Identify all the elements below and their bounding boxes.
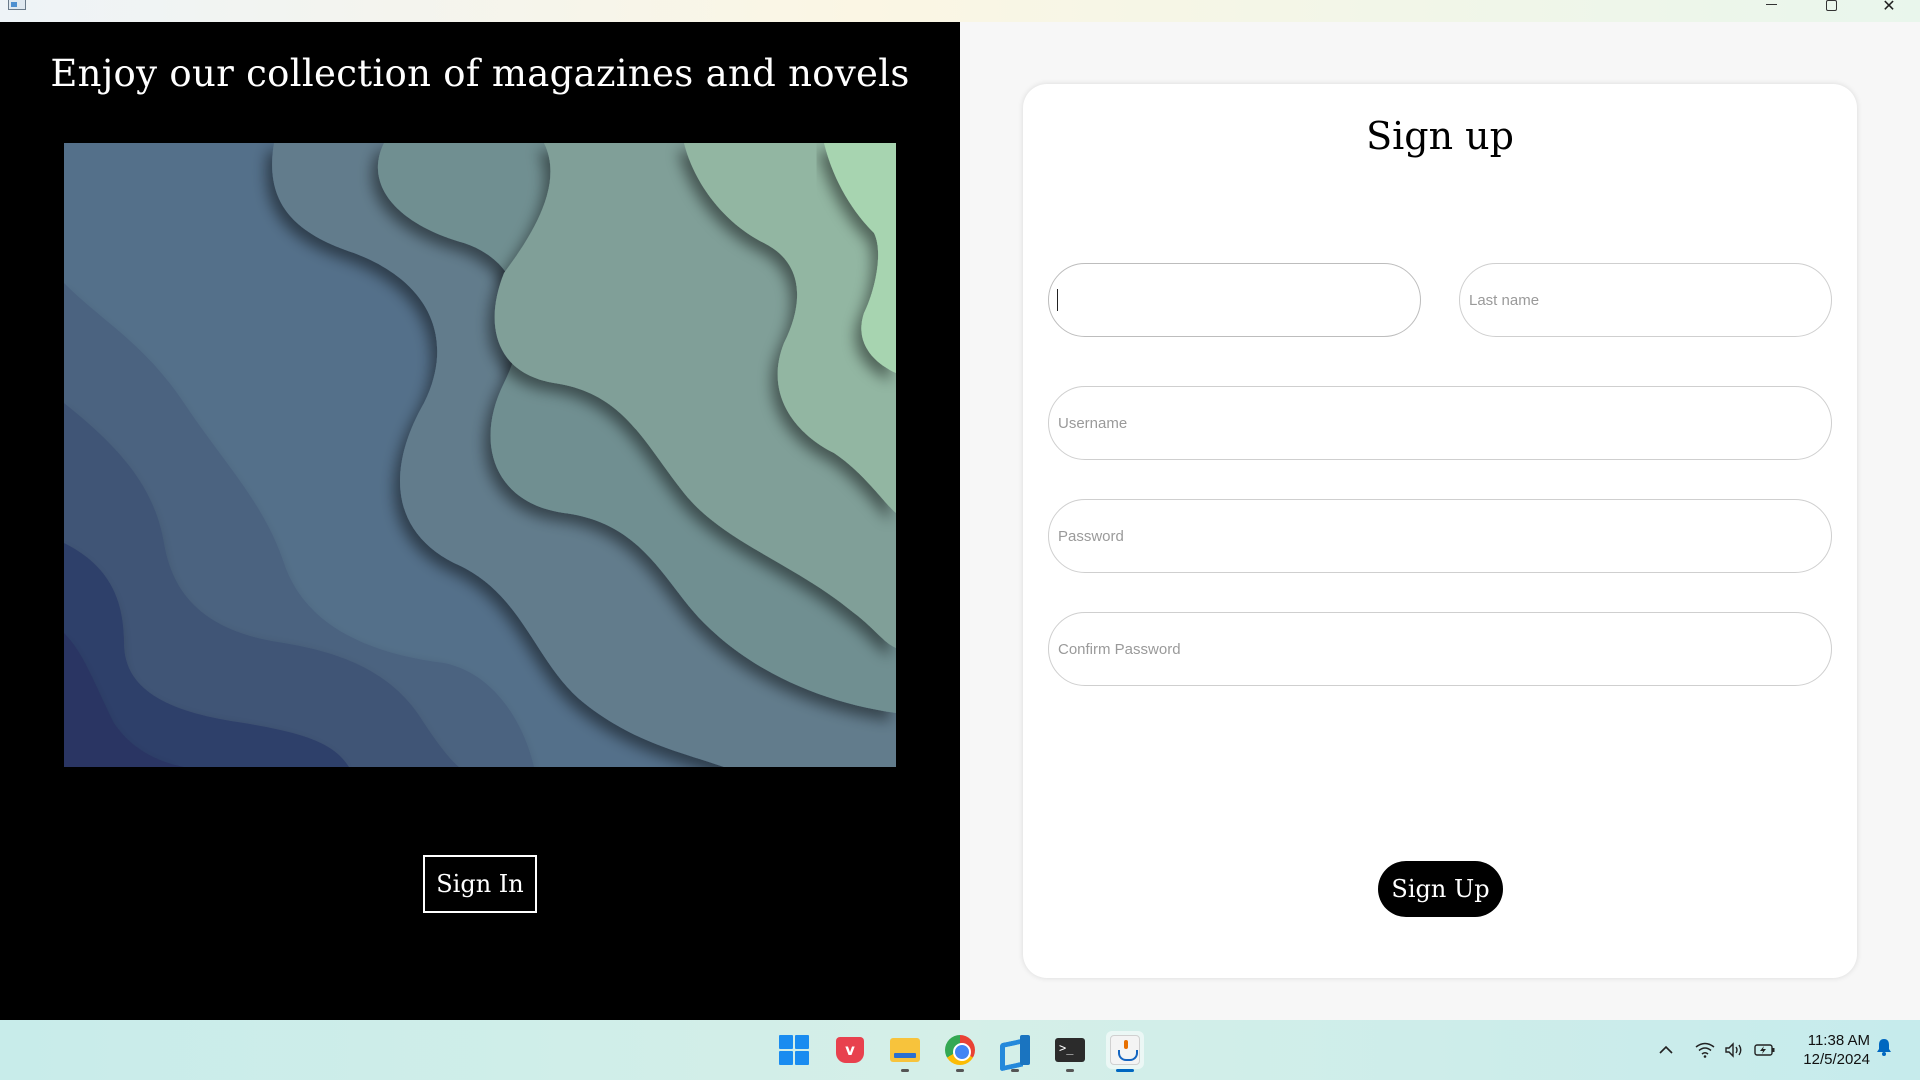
system-clock[interactable]: 11:38 AM 12/5/2024 [1790, 1031, 1870, 1069]
username-field[interactable] [1048, 386, 1832, 460]
running-indicator [1011, 1069, 1019, 1072]
signup-card: Sign up Sign Up [1023, 84, 1857, 978]
battery-charging-icon [1754, 1044, 1775, 1056]
clock-date: 12/5/2024 [1803, 1051, 1870, 1068]
close-button[interactable]: ✕ [1866, 0, 1912, 22]
taskbar-chrome[interactable] [941, 1031, 979, 1069]
battery-button[interactable] [1753, 1036, 1777, 1064]
right-form-panel: Sign up Sign Up [960, 22, 1920, 1020]
speaker-icon [1725, 1042, 1742, 1058]
minimize-button[interactable] [1748, 0, 1794, 22]
chrome-icon [945, 1035, 975, 1065]
running-indicator [1066, 1069, 1074, 1072]
maximize-icon [1825, 0, 1837, 11]
text-caret [1057, 289, 1058, 311]
running-indicator [956, 1069, 964, 1072]
minimize-icon [1765, 3, 1777, 5]
start-button[interactable] [775, 1031, 813, 1069]
wifi-button[interactable] [1694, 1036, 1716, 1064]
close-icon: ✕ [1882, 0, 1896, 15]
password-field[interactable] [1048, 499, 1832, 573]
decorative-wave-image [64, 143, 896, 767]
wifi-icon [1695, 1042, 1715, 1058]
app-window-icon [8, 0, 26, 10]
promo-heading: Enjoy our collection of magazines and no… [50, 52, 910, 95]
last-name-field[interactable] [1459, 263, 1832, 337]
vscode-icon [1000, 1035, 1030, 1065]
window-title-bar: ✕ [0, 0, 1920, 22]
taskbar-pocket[interactable]: v [831, 1031, 869, 1069]
sign-up-button[interactable]: Sign Up [1378, 861, 1503, 917]
taskbar-vscode[interactable] [996, 1031, 1034, 1069]
sign-in-button[interactable]: Sign In [423, 855, 537, 913]
chevron-up-icon [1659, 1045, 1673, 1054]
java-app-icon [1110, 1035, 1140, 1065]
taskbar-java-app[interactable] [1106, 1031, 1144, 1069]
notification-bell-icon[interactable] [1876, 1038, 1892, 1056]
file-explorer-icon [890, 1038, 920, 1062]
start-icon [779, 1035, 809, 1065]
confirm-password-field[interactable] [1048, 612, 1832, 686]
taskbar-file-explorer[interactable] [886, 1031, 924, 1069]
taskbar-terminal[interactable]: >_ [1051, 1031, 1089, 1069]
running-indicator [901, 1069, 909, 1072]
pocket-icon: v [836, 1037, 864, 1063]
maximize-button[interactable] [1808, 0, 1854, 22]
tray-overflow-button[interactable] [1656, 1036, 1676, 1064]
terminal-icon: >_ [1055, 1038, 1085, 1062]
volume-button[interactable] [1723, 1036, 1745, 1064]
clock-time: 11:38 AM [1807, 1032, 1870, 1049]
first-name-field[interactable] [1048, 263, 1421, 337]
signup-heading: Sign up [1366, 114, 1514, 158]
left-promo-panel: Enjoy our collection of magazines and no… [0, 22, 960, 1020]
active-indicator [1116, 1069, 1134, 1072]
